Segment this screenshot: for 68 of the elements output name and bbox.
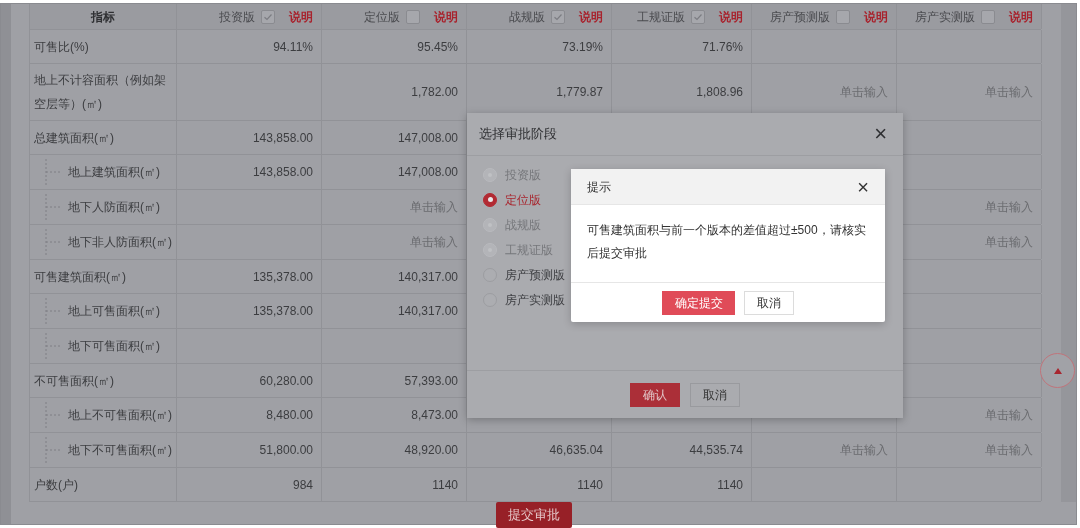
table-cell: 143,858.00 bbox=[177, 155, 322, 189]
table-cell: 135,378.00 bbox=[177, 260, 322, 293]
column-header: 投资版 bbox=[219, 8, 255, 26]
checkmark-icon bbox=[263, 11, 273, 22]
note-link[interactable]: 说明 bbox=[719, 7, 743, 26]
checkbox[interactable] bbox=[406, 9, 420, 24]
note-link[interactable]: 说明 bbox=[579, 7, 603, 26]
row-label: 地下人防面积(㎡) bbox=[68, 199, 160, 216]
table-cell: 95.45% bbox=[322, 30, 467, 63]
column-header: 指标 bbox=[91, 8, 115, 26]
table-cell: 73.19% bbox=[467, 30, 612, 63]
checkbox[interactable] bbox=[691, 9, 705, 24]
checkbox[interactable] bbox=[836, 9, 850, 24]
dialog-title: 提示 bbox=[587, 178, 611, 196]
row-label: 地上可售面积(㎡) bbox=[68, 303, 160, 320]
note-link[interactable]: 说明 bbox=[1009, 7, 1033, 26]
radio-label: 房产预测版 bbox=[505, 266, 565, 284]
table-cell: 135,378.00 bbox=[177, 294, 322, 328]
table-cell: 44,535.74 bbox=[612, 433, 752, 467]
confirm-submit-button[interactable]: 确定提交 bbox=[662, 290, 735, 315]
cancel-button[interactable]: 取消 bbox=[690, 382, 740, 407]
cancel-button[interactable]: 取消 bbox=[744, 290, 794, 315]
note-link[interactable]: 说明 bbox=[864, 7, 888, 26]
alert-message: 可售建筑面积与前一个版本的差值超过±500，请核实后提交审批 bbox=[587, 222, 867, 262]
radio-label: 房产实测版 bbox=[505, 291, 565, 309]
table-cell: 60,280.00 bbox=[177, 364, 322, 397]
row-label: 地上不可售面积(㎡) bbox=[68, 407, 172, 424]
table-cell: 1140 bbox=[322, 468, 467, 501]
column-header: 房产实测版 bbox=[915, 8, 975, 26]
table-cell: 8,480.00 bbox=[177, 398, 322, 432]
table-cell: 143,858.00 bbox=[177, 121, 322, 154]
up-triangle-icon bbox=[1053, 367, 1062, 374]
table-cell: 984 bbox=[177, 468, 322, 501]
note-link[interactable]: 说明 bbox=[434, 7, 458, 26]
dialog-title: 选择审批阶段 bbox=[479, 125, 557, 144]
column-header: 工规证版 bbox=[637, 8, 685, 26]
table-cell: 48,920.00 bbox=[322, 433, 467, 467]
row-label: 总建筑面积(㎡) bbox=[34, 129, 114, 147]
column-header: 定位版 bbox=[364, 8, 400, 26]
checkmark-icon bbox=[693, 11, 703, 22]
row-label: 不可售面积(㎡) bbox=[34, 372, 114, 390]
table-cell: 46,635.04 bbox=[467, 433, 612, 467]
confirm-button[interactable]: 确认 bbox=[630, 382, 680, 407]
radio-label: 定位版 bbox=[505, 191, 541, 209]
table-cell: 1140 bbox=[467, 468, 612, 501]
row-label: 地上不计容面积（例如架空层等）(㎡) bbox=[34, 72, 167, 113]
column-header: 战规版 bbox=[509, 8, 545, 26]
column-header: 房产预测版 bbox=[770, 8, 830, 26]
table-cell: 71.76% bbox=[612, 30, 752, 63]
row-label: 地下可售面积(㎡) bbox=[68, 338, 160, 355]
row-label: 地上建筑面积(㎡) bbox=[68, 164, 160, 181]
table-cell: 51,800.00 bbox=[177, 433, 322, 467]
close-button[interactable]: × bbox=[857, 176, 869, 197]
submit-button[interactable]: 提交审批 bbox=[495, 502, 572, 528]
row-label: 地下非人防面积(㎡) bbox=[68, 234, 172, 251]
close-button[interactable]: × bbox=[870, 123, 891, 145]
checkmark-icon bbox=[553, 11, 563, 22]
checkbox[interactable] bbox=[551, 9, 565, 24]
checkbox[interactable] bbox=[261, 9, 275, 24]
row-label: 地下不可售面积(㎡) bbox=[68, 442, 172, 459]
table-cell: 1140 bbox=[612, 468, 752, 501]
row-label: 可售比(%) bbox=[34, 38, 89, 56]
checkbox[interactable] bbox=[981, 9, 995, 24]
radio-button[interactable] bbox=[483, 192, 497, 207]
table-cell: 94.11% bbox=[177, 30, 322, 63]
note-link[interactable]: 说明 bbox=[289, 7, 313, 26]
row-label: 户数(户) bbox=[34, 476, 78, 494]
row-label: 可售建筑面积(㎡) bbox=[34, 268, 126, 286]
